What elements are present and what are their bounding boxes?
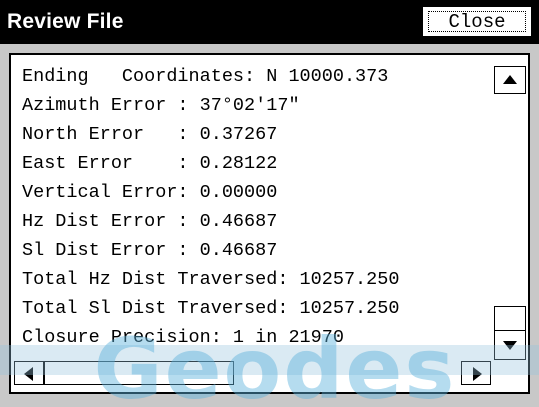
scroll-right-button[interactable] — [461, 361, 491, 385]
triangle-right-icon — [473, 367, 482, 381]
scroll-left-button[interactable] — [14, 361, 44, 385]
content-line: Sl Dist Error : 0.46687 — [22, 240, 278, 261]
horizontal-scrollbar-thumb[interactable] — [44, 361, 234, 385]
content-line: Total Sl Dist Traversed: 10257.250 — [22, 298, 400, 319]
content-line: North Error : 0.37267 — [22, 124, 278, 145]
content-line: Hz Dist Error : 0.46687 — [22, 211, 278, 232]
triangle-down-icon — [503, 341, 517, 350]
vertical-scrollbar-thumb[interactable] — [494, 306, 526, 332]
close-button-label: Close — [448, 11, 506, 33]
scroll-up-button[interactable] — [494, 66, 526, 94]
review-file-window: Review File Close Ending Coordinates: N … — [0, 0, 539, 407]
vertical-scrollbar-track[interactable] — [492, 96, 524, 306]
scroll-down-button[interactable] — [494, 330, 526, 360]
close-button[interactable]: Close — [422, 6, 532, 37]
window-title: Review File — [7, 10, 124, 33]
triangle-left-icon — [24, 367, 33, 381]
content-line: Azimuth Error : 37°02'17" — [22, 95, 300, 116]
file-content-text: Ending Coordinates: N 10000.373 Azimuth … — [22, 62, 492, 352]
triangle-up-icon — [503, 75, 517, 84]
content-line: Vertical Error: 0.00000 — [22, 182, 278, 203]
content-line: Closure Precision: 1 in 21970 — [22, 327, 344, 348]
title-bar: Review File Close — [0, 0, 539, 44]
content-line: East Error : 0.28122 — [22, 153, 278, 174]
content-line: Total Hz Dist Traversed: 10257.250 — [22, 269, 400, 290]
content-line: Ending Coordinates: N 10000.373 — [22, 66, 389, 87]
